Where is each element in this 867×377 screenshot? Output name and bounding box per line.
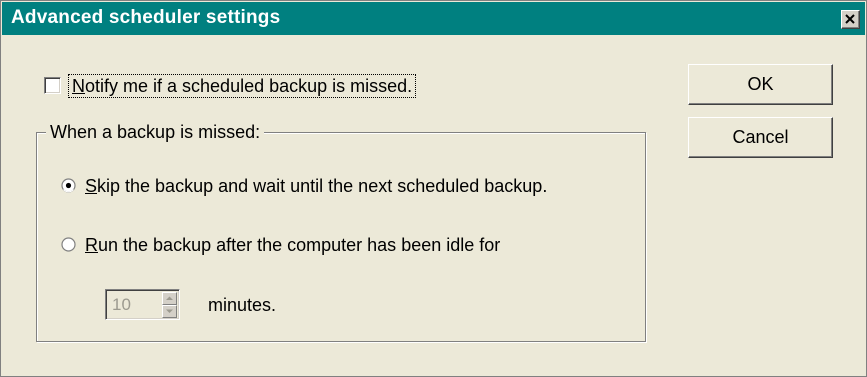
close-icon [845,14,855,24]
idle-minutes-spinner[interactable]: 10 [105,289,180,320]
cancel-button[interactable]: Cancel [688,117,833,158]
advanced-scheduler-dialog: Advanced scheduler settings Notify me if… [0,0,867,377]
skip-label-text: kip the backup and wait until the next s… [97,176,548,196]
ok-button[interactable]: OK [688,64,833,105]
skip-mnemonic: S [85,176,98,196]
notify-mnemonic: N [72,76,85,96]
minutes-unit-label: minutes. [208,295,277,315]
spin-down-button[interactable] [162,305,177,318]
title-bar[interactable]: Advanced scheduler settings [2,2,865,35]
arrow-up-icon [166,296,173,300]
spin-up-button[interactable] [162,292,177,305]
run-after-idle-label[interactable]: Run the backup after the computer has be… [85,235,500,255]
radio-dot-icon [65,182,72,189]
skip-backup-radio[interactable] [61,178,76,193]
missed-backup-group-title: When a backup is missed: [46,122,265,142]
run-after-idle-radio[interactable] [61,237,76,252]
arrow-down-icon [166,309,173,313]
close-button[interactable] [841,10,860,29]
skip-backup-label[interactable]: Skip the backup and wait until the next … [85,176,547,196]
notify-label-text: otify me if a scheduled backup is missed… [85,76,413,96]
notify-missed-checkbox[interactable] [44,77,61,94]
notify-missed-label[interactable]: Notify me if a scheduled backup is misse… [68,74,417,98]
run-label-text: un the backup after the computer has bee… [98,235,501,255]
idle-minutes-value[interactable]: 10 [112,295,131,315]
run-mnemonic: R [85,235,98,255]
dialog-title: Advanced scheduler settings [11,7,281,28]
